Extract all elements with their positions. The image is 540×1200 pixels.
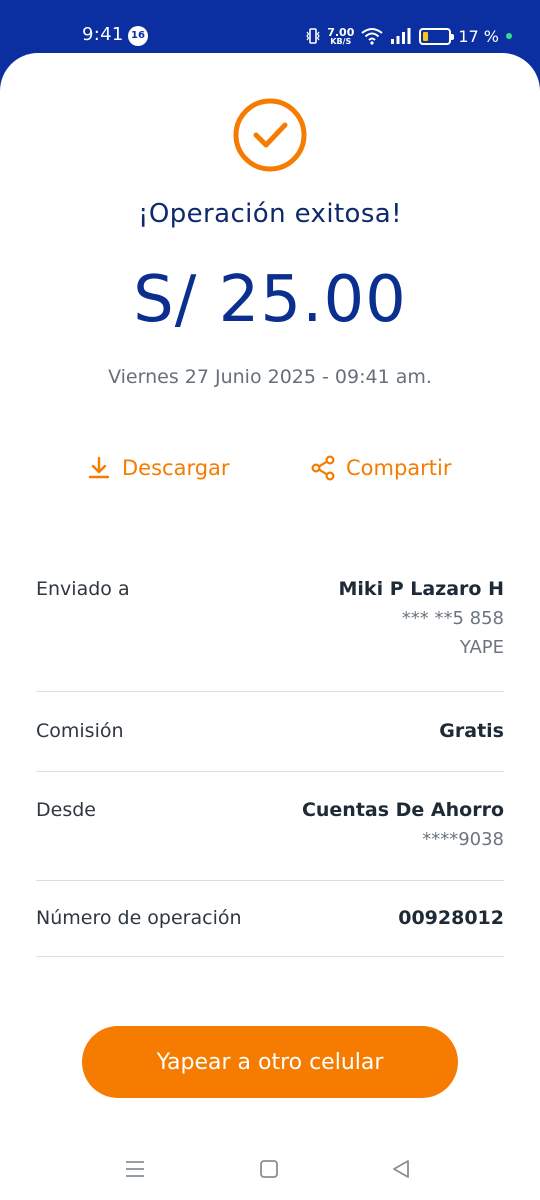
recipient-method: YAPE bbox=[459, 637, 504, 658]
share-icon bbox=[311, 455, 335, 481]
privacy-indicator-dot bbox=[506, 33, 512, 39]
network-speed-value: 7.00 bbox=[327, 25, 355, 39]
success-check-icon bbox=[233, 98, 307, 172]
detail-row-from: Desde Cuentas De Ahorro ****9038 bbox=[36, 772, 504, 881]
network-speed-unit: KB/S bbox=[330, 36, 352, 46]
receipt-sheet: ¡Operación exitosa! S/ 25.00 Viernes 27 … bbox=[0, 53, 540, 1200]
operation-number-values: 00928012 bbox=[398, 907, 504, 929]
battery-percent: 17 % bbox=[458, 26, 499, 46]
commission-values: Gratis bbox=[439, 720, 504, 742]
vibrate-icon bbox=[306, 28, 320, 44]
transaction-datetime: Viernes 27 Junio 2025 - 09:41 am. bbox=[108, 366, 432, 388]
sent-to-values: Miki P Lazaro H *** **5 858 YAPE bbox=[339, 578, 504, 658]
commission-label: Comisión bbox=[36, 720, 124, 742]
detail-row-commission: Comisión Gratis bbox=[36, 692, 504, 772]
commission-value: Gratis bbox=[439, 720, 504, 742]
wifi-icon bbox=[361, 28, 383, 45]
battery-icon bbox=[419, 27, 455, 45]
from-account-number: ****9038 bbox=[422, 829, 504, 850]
download-label: Descargar bbox=[122, 456, 230, 480]
detail-row-sent-to: Enviado a Miki P Lazaro H *** **5 858 YA… bbox=[36, 573, 504, 692]
back-icon[interactable] bbox=[389, 1157, 413, 1181]
operation-number-value: 00928012 bbox=[398, 907, 504, 929]
success-title: ¡Operación exitosa! bbox=[138, 199, 402, 229]
share-button[interactable]: Compartir bbox=[310, 455, 452, 481]
network-speed: 7.00 KB/S bbox=[327, 27, 354, 46]
home-icon[interactable] bbox=[257, 1157, 281, 1181]
status-time: 9:41 bbox=[82, 24, 124, 45]
sent-to-label: Enviado a bbox=[36, 578, 130, 600]
from-values: Cuentas De Ahorro ****9038 bbox=[302, 799, 504, 850]
notification-badge: 16 bbox=[128, 26, 148, 46]
status-indicators: 7.00 KB/S 17 % bbox=[306, 22, 512, 50]
operation-number-label: Número de operación bbox=[36, 907, 242, 929]
from-label: Desde bbox=[36, 799, 96, 821]
recipient-phone: *** **5 858 bbox=[401, 608, 504, 629]
download-button[interactable]: Descargar bbox=[86, 455, 230, 481]
amount: S/ 25.00 bbox=[133, 263, 407, 337]
recipient-name: Miki P Lazaro H bbox=[338, 578, 504, 600]
battery-fill bbox=[423, 31, 429, 41]
detail-row-operation-number: Número de operación 00928012 bbox=[36, 881, 504, 957]
receipt-actions: Descargar Compartir bbox=[0, 455, 540, 495]
signal-icon bbox=[391, 28, 411, 44]
share-label: Compartir bbox=[346, 456, 452, 480]
download-icon bbox=[88, 456, 110, 479]
recent-apps-icon[interactable] bbox=[123, 1157, 147, 1181]
system-navigation-bar bbox=[0, 1153, 540, 1187]
from-account: Cuentas De Ahorro bbox=[301, 799, 504, 821]
transaction-details: Enviado a Miki P Lazaro H *** **5 858 YA… bbox=[36, 573, 504, 957]
yapear-another-button[interactable]: Yapear a otro celular bbox=[82, 1026, 458, 1098]
